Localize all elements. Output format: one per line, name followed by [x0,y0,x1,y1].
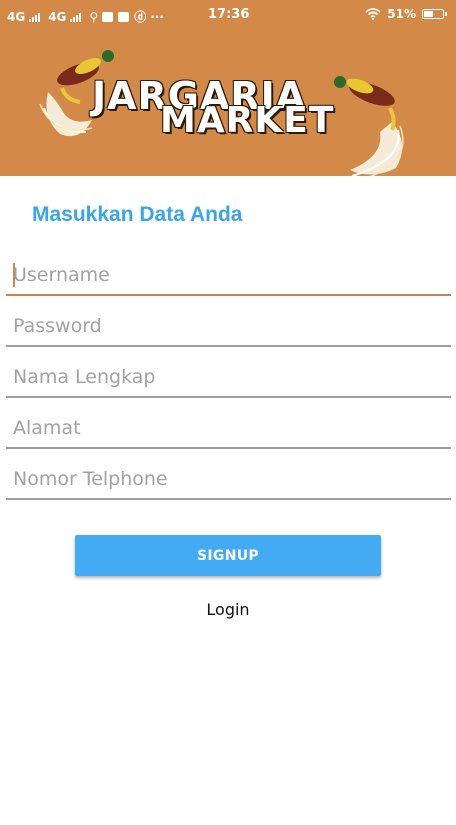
network-label-2: 4G [48,9,67,24]
usb-icon: ⚲ [89,9,99,24]
more-notifications-icon: ··· [150,9,164,24]
status-left: 4G 4G ⚲ ⓓ ··· [7,8,164,25]
login-link[interactable]: Login [0,600,456,619]
status-bar: 4G 4G ⚲ ⓓ ··· 17:36 51% [0,0,456,30]
phone-number-input[interactable] [6,460,451,500]
app-notification-icon [102,11,114,22]
status-right: 51% [365,7,447,21]
jargaria-market-logo: JARGARIA MARKET [0,30,456,176]
app-header: JARGARIA MARKET [0,30,456,176]
address-input[interactable] [6,409,451,449]
d-app-icon: ⓓ [134,10,147,24]
form-title: Masukkan Data Anda [32,203,243,226]
logo-text-line2: MARKET [160,100,335,141]
signup-button[interactable]: SIGNUP [75,535,381,576]
signal-icon [29,12,41,22]
text-cursor [13,263,15,287]
wifi-icon [365,8,381,20]
battery-percent: 51% [387,7,416,21]
username-input[interactable] [6,256,451,296]
clock: 17:36 [208,7,250,22]
youtube-icon [118,11,130,22]
full-name-input[interactable] [6,358,451,398]
password-input[interactable] [6,307,451,347]
signal-icon-2 [70,12,82,22]
network-label-1: 4G [7,9,26,24]
battery-icon [422,9,447,19]
